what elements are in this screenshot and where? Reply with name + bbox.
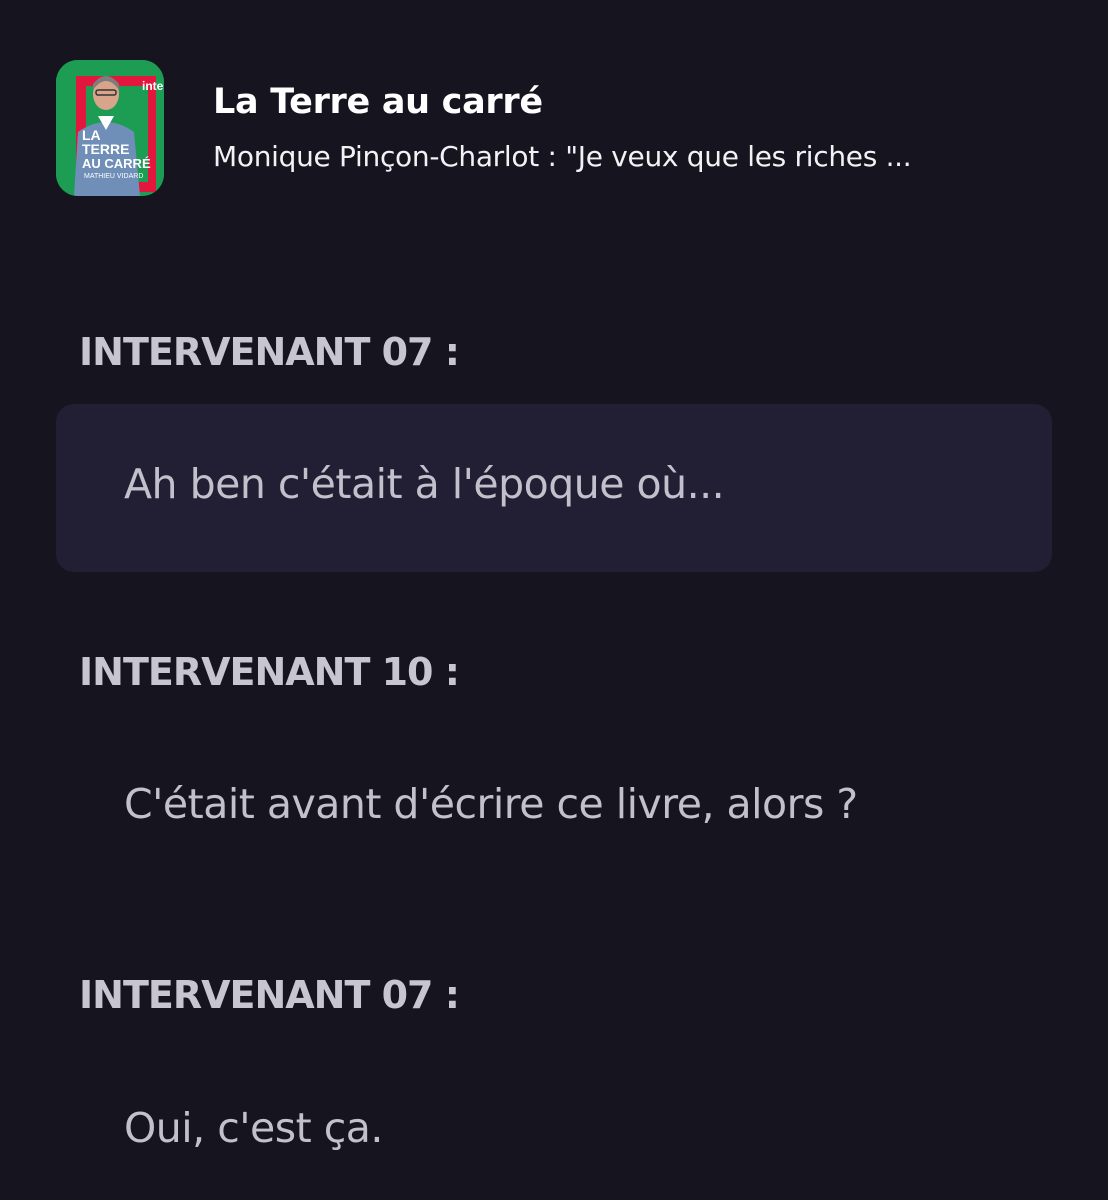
podcast-header[interactable]: LA TERRE AU CARRÉ MATHIEU VIDARD inter L…: [56, 60, 1056, 196]
artwork-brand: inter: [142, 79, 164, 93]
transcript-segment[interactable]: C'était avant d'écrire ce livre, alors ?: [56, 724, 1052, 892]
transcript-text: Oui, c'est ça.: [124, 1104, 383, 1152]
artwork-host: MATHIEU VIDARD: [84, 173, 143, 180]
speaker-label: INTERVENANT 07 :: [79, 330, 460, 374]
speaker-label: INTERVENANT 10 :: [79, 650, 460, 694]
artwork-line3: AU CARRÉ: [82, 156, 151, 171]
episode-title: Monique Pinçon-Charlot : "Je veux que le…: [213, 140, 912, 173]
podcast-title: La Terre au carré: [213, 82, 543, 122]
podcast-artwork[interactable]: LA TERRE AU CARRÉ MATHIEU VIDARD inter: [56, 60, 164, 196]
speaker-label: INTERVENANT 07 :: [79, 973, 460, 1017]
transcript-screen: LA TERRE AU CARRÉ MATHIEU VIDARD inter L…: [0, 0, 1108, 1200]
transcript-text: Ah ben c'était à l'époque où...: [124, 460, 725, 508]
artwork-line2: TERRE: [82, 141, 129, 157]
artwork-image: LA TERRE AU CARRÉ MATHIEU VIDARD inter: [56, 60, 164, 196]
transcript-text: C'était avant d'écrire ce livre, alors ?: [124, 780, 858, 828]
transcript-segment-active[interactable]: Ah ben c'était à l'époque où...: [56, 404, 1052, 572]
transcript-segment[interactable]: Oui, c'est ça.: [56, 1048, 1052, 1200]
